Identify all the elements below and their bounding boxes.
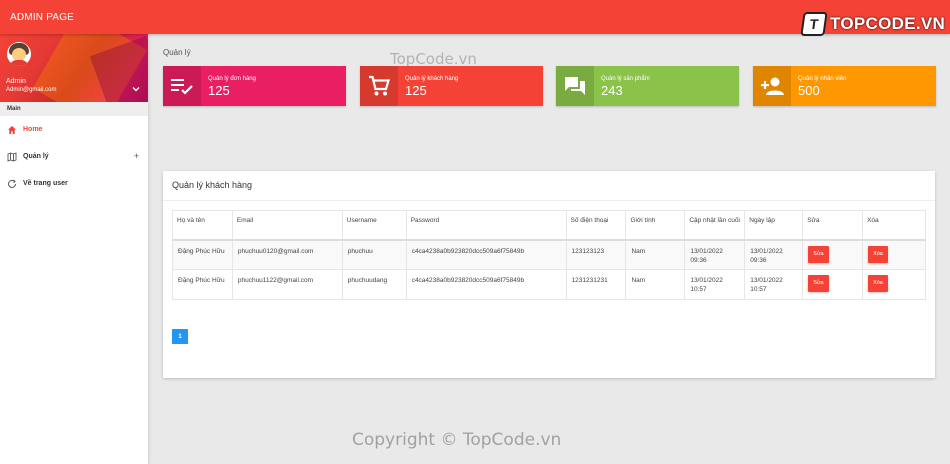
cell-password: c4ca4238a0b923820dcc509a6f75849b: [405, 269, 567, 300]
info-box-customers[interactable]: Quản lý khách hàng 125: [360, 66, 543, 106]
cell-name: Đặng Phúc Hữu: [172, 269, 233, 300]
cell-edit: Sửa: [802, 269, 864, 300]
cell-email: phuchuu1122@gmail.com: [231, 269, 343, 300]
col-header: Username: [341, 210, 407, 241]
shopping-cart-icon: [360, 66, 398, 106]
info-box-number: 125: [405, 83, 427, 98]
col-header: Password: [405, 210, 567, 241]
cell-delete: Xóa: [862, 239, 926, 270]
edit-button[interactable]: Sửa: [808, 275, 829, 292]
logo-mark-icon: T: [800, 12, 828, 36]
forum-icon: [556, 66, 594, 106]
refresh-icon: [6, 178, 18, 190]
card-title: Quản lý khách hàng: [163, 171, 935, 201]
table-header-row: Họ và tên Email Username Password Số điệ…: [172, 210, 926, 241]
sidebar-item-ve-trang-user[interactable]: Về trang user: [0, 170, 148, 197]
cell-password: c4ca4238a0b923820dcc509a6f75849b: [405, 239, 567, 270]
pagination-page-1[interactable]: 1: [172, 329, 188, 344]
cell-updated: 13/01/2022 10:57: [684, 269, 746, 300]
cell-phone: 123123123: [565, 239, 627, 270]
col-header: Ngày lập: [744, 210, 804, 241]
cell-delete: Xóa: [862, 269, 926, 300]
user-info: Admin Admin@gmail.com: [0, 34, 148, 102]
map-icon: [6, 151, 18, 163]
watermark-top: TopCode.vn: [390, 50, 477, 68]
info-box-label: Quản lý nhân viên: [798, 76, 847, 82]
sidebar-item-quan-ly[interactable]: Quản lý +: [0, 143, 148, 170]
cell-username: phuchuu: [341, 239, 407, 270]
logo-text: TOPCODE.VN: [830, 14, 946, 33]
user-email: Admin@gmail.com: [6, 87, 57, 93]
info-box-orders[interactable]: Quản lý đơn hàng 125: [163, 66, 346, 106]
info-box-label: Quản lý đơn hàng: [208, 76, 256, 82]
cell-gender: Nam: [625, 269, 686, 300]
table-row: Đặng Phúc Hữu phuchuu0120@gmail.com phuc…: [172, 239, 926, 270]
sidebar-item-label: Về trang user: [23, 180, 68, 187]
cell-phone: 1231231231: [565, 269, 627, 300]
col-header: Xóa: [862, 210, 926, 241]
watermark-bottom: Copyright © TopCode.vn: [352, 430, 562, 450]
sidebar: Admin Admin@gmail.com Main Home Quản lý …: [0, 34, 148, 464]
menu-header: Main: [0, 102, 148, 116]
sidebar-item-label: Quản lý: [23, 153, 49, 160]
playlist-check-icon: [163, 66, 201, 106]
delete-button[interactable]: Xóa: [868, 275, 888, 292]
info-box-products[interactable]: Quản lý sản phẩm 243: [556, 66, 739, 106]
col-header: Cập nhật lần cuối: [684, 210, 746, 241]
cell-created: 13/01/2022 10:57: [744, 269, 804, 300]
info-box-number: 500: [798, 83, 820, 98]
section-title: Quản lý: [163, 48, 191, 57]
cell-updated: 13/01/2022 09:36: [684, 239, 746, 270]
avatar: [7, 42, 31, 66]
home-icon: [6, 124, 18, 136]
cell-name: Đặng Phúc Hữu: [172, 239, 233, 270]
info-box-label: Quản lý khách hàng: [405, 76, 459, 82]
info-box-staff[interactable]: Quản lý nhân viên 500: [753, 66, 936, 106]
info-box-label: Quản lý sản phẩm: [601, 76, 650, 82]
col-header: Giới tính: [625, 210, 686, 241]
user-name: Admin: [6, 78, 26, 85]
chevron-down-icon[interactable]: [131, 84, 141, 94]
sidebar-item-label: Home: [23, 126, 43, 133]
customers-table: Họ và tên Email Username Password Số điệ…: [172, 210, 926, 300]
col-header: Sửa: [802, 210, 864, 241]
cell-created: 13/01/2022 09:36: [744, 239, 804, 270]
top-navbar: ADMIN PAGE T TOPCODE.VN: [0, 0, 950, 37]
col-header: Email: [231, 210, 343, 241]
info-box-number: 125: [208, 83, 230, 98]
col-header: Họ và tên: [172, 210, 233, 241]
cell-edit: Sửa: [802, 239, 864, 270]
table-row: Đặng Phúc Hữu phuchuu1122@gmail.com phuc…: [172, 269, 926, 300]
info-box-number: 243: [601, 83, 623, 98]
col-header: Số điện thoại: [565, 210, 627, 241]
edit-button[interactable]: Sửa: [808, 245, 829, 263]
person-add-icon: [753, 66, 791, 106]
expand-icon[interactable]: +: [134, 151, 139, 161]
cell-email: phuchuu0120@gmail.com: [231, 239, 343, 270]
cell-gender: Nam: [625, 239, 686, 270]
sidebar-item-home[interactable]: Home: [0, 116, 148, 143]
brand-title[interactable]: ADMIN PAGE: [10, 12, 74, 23]
topcode-logo: T TOPCODE.VN: [800, 11, 946, 37]
customers-card: Quản lý khách hàng Họ và tên Email Usern…: [163, 171, 935, 378]
cell-username: phuchuudang: [341, 269, 407, 300]
delete-button[interactable]: Xóa: [868, 245, 888, 263]
